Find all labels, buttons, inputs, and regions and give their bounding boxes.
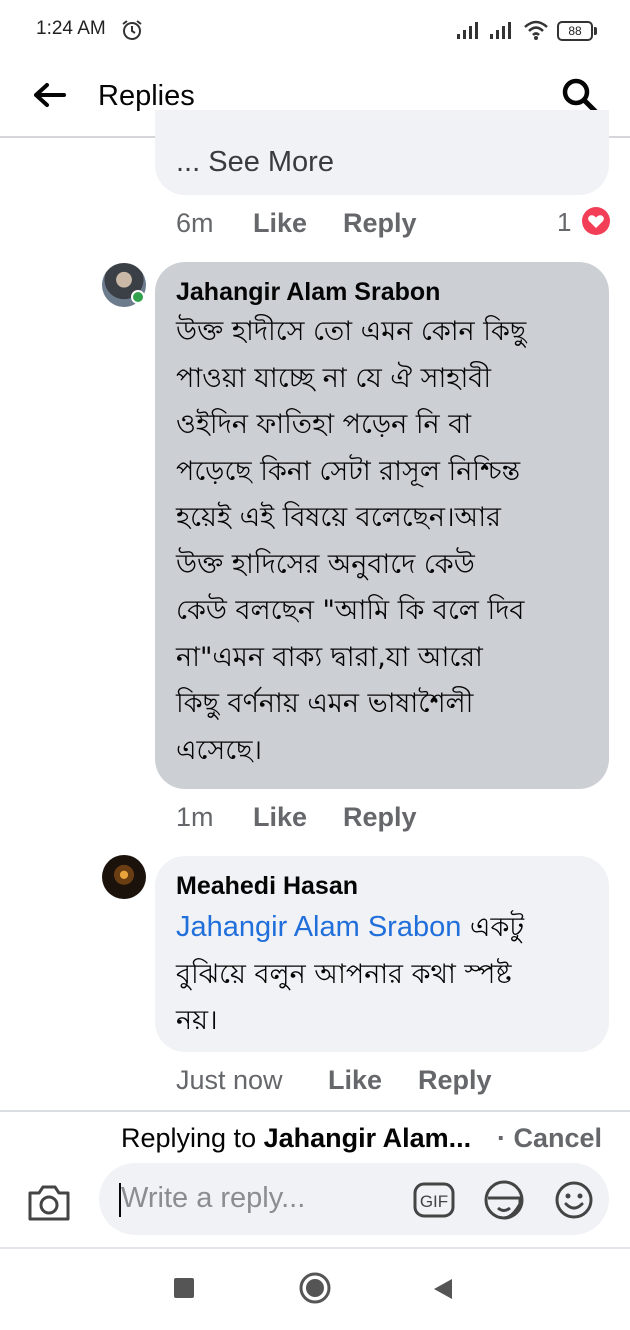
emoji-icon[interactable] (555, 1181, 593, 1219)
reply-button[interactable]: Reply (343, 208, 417, 239)
reply-input-placeholder: Write a reply... (121, 1182, 306, 1214)
divider (0, 1247, 630, 1249)
like-button[interactable]: Like (328, 1065, 382, 1096)
avatar[interactable] (102, 855, 146, 899)
battery-level: 88 (557, 21, 593, 41)
mention-link[interactable]: Jahangir Alam Srabon (176, 911, 461, 943)
divider (0, 1110, 630, 1112)
comment-body-text: একটু (461, 912, 525, 943)
status-bar: 1:24 AM 88 (0, 0, 630, 60)
sticker-icon[interactable] (483, 1178, 525, 1222)
comment-author[interactable]: Jahangir Alam Srabon (176, 278, 440, 307)
home-button[interactable] (299, 1272, 331, 1304)
recent-apps-button[interactable] (174, 1278, 194, 1298)
replying-to-label: Replying to Jahangir Alam... (121, 1123, 472, 1153)
signal-icon (457, 22, 478, 39)
reply-button[interactable]: Reply (418, 1065, 492, 1096)
alarm-icon (122, 20, 142, 40)
page-title: Replies (98, 80, 195, 112)
comment-body: Jahangir Alam Srabon একটু বুঝিয়ে বলুন আ… (176, 904, 596, 1045)
comment-time: 1m (176, 802, 214, 832)
status-time: 1:24 AM (36, 18, 106, 39)
gif-icon[interactable]: GIF (413, 1181, 455, 1219)
comment-body-text: বুঝিয়ে বলুন আপনার কথা স্পষ্ট নয়। (176, 958, 512, 1037)
like-button[interactable]: Like (253, 208, 307, 239)
online-status-dot (131, 290, 145, 304)
battery-icon: 88 (557, 21, 597, 41)
system-back-button[interactable] (432, 1277, 454, 1301)
see-more-link[interactable]: ... See More (176, 146, 334, 179)
comment-time: Just now (176, 1065, 283, 1095)
heart-reaction-icon[interactable] (581, 206, 611, 236)
back-arrow-icon[interactable] (32, 80, 66, 110)
reaction-count[interactable]: 1 (557, 207, 571, 238)
comment-body: উক্ত হাদীসে তো এমন কোন কিছু পাওয়া যাচ্ছ… (176, 316, 527, 766)
cancel-reply-button[interactable]: · Cancel (497, 1123, 602, 1154)
svg-text:GIF: GIF (420, 1192, 448, 1211)
like-button[interactable]: Like (253, 802, 307, 833)
reply-input[interactable]: Write a reply... (99, 1163, 609, 1235)
signal-icon (490, 22, 511, 39)
reply-button[interactable]: Reply (343, 802, 417, 833)
comment-time: 6m (176, 208, 214, 238)
replying-to-name: Jahangir Alam... (263, 1123, 472, 1153)
wifi-icon (524, 20, 548, 40)
comment-author[interactable]: Meahedi Hasan (176, 872, 358, 901)
camera-icon[interactable] (26, 1181, 72, 1223)
